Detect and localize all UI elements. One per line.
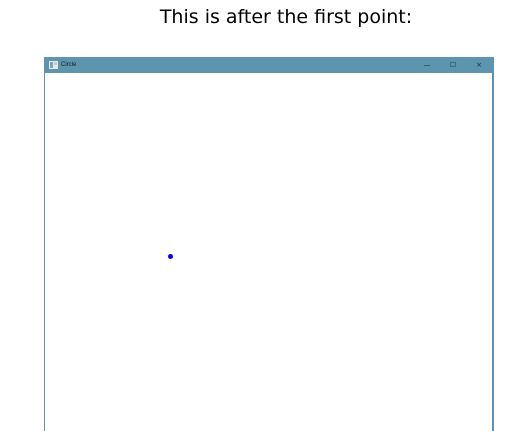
- plotted-point: [168, 254, 173, 259]
- close-icon: ×: [476, 61, 482, 69]
- maximize-icon: ☐: [449, 61, 457, 69]
- drawing-canvas[interactable]: [45, 73, 492, 431]
- window-title: Circle: [61, 62, 77, 68]
- caption-text: This is after the first point:: [159, 6, 413, 28]
- maximize-button[interactable]: ☐: [440, 57, 466, 73]
- title-bar[interactable]: Circle — ☐ ×: [45, 57, 492, 73]
- minimize-icon: —: [423, 61, 431, 69]
- close-button[interactable]: ×: [466, 57, 492, 73]
- app-icon: [49, 61, 58, 69]
- minimize-button[interactable]: —: [414, 57, 440, 73]
- circle-window: Circle — ☐ ×: [44, 57, 494, 431]
- window-controls: — ☐ ×: [414, 57, 492, 73]
